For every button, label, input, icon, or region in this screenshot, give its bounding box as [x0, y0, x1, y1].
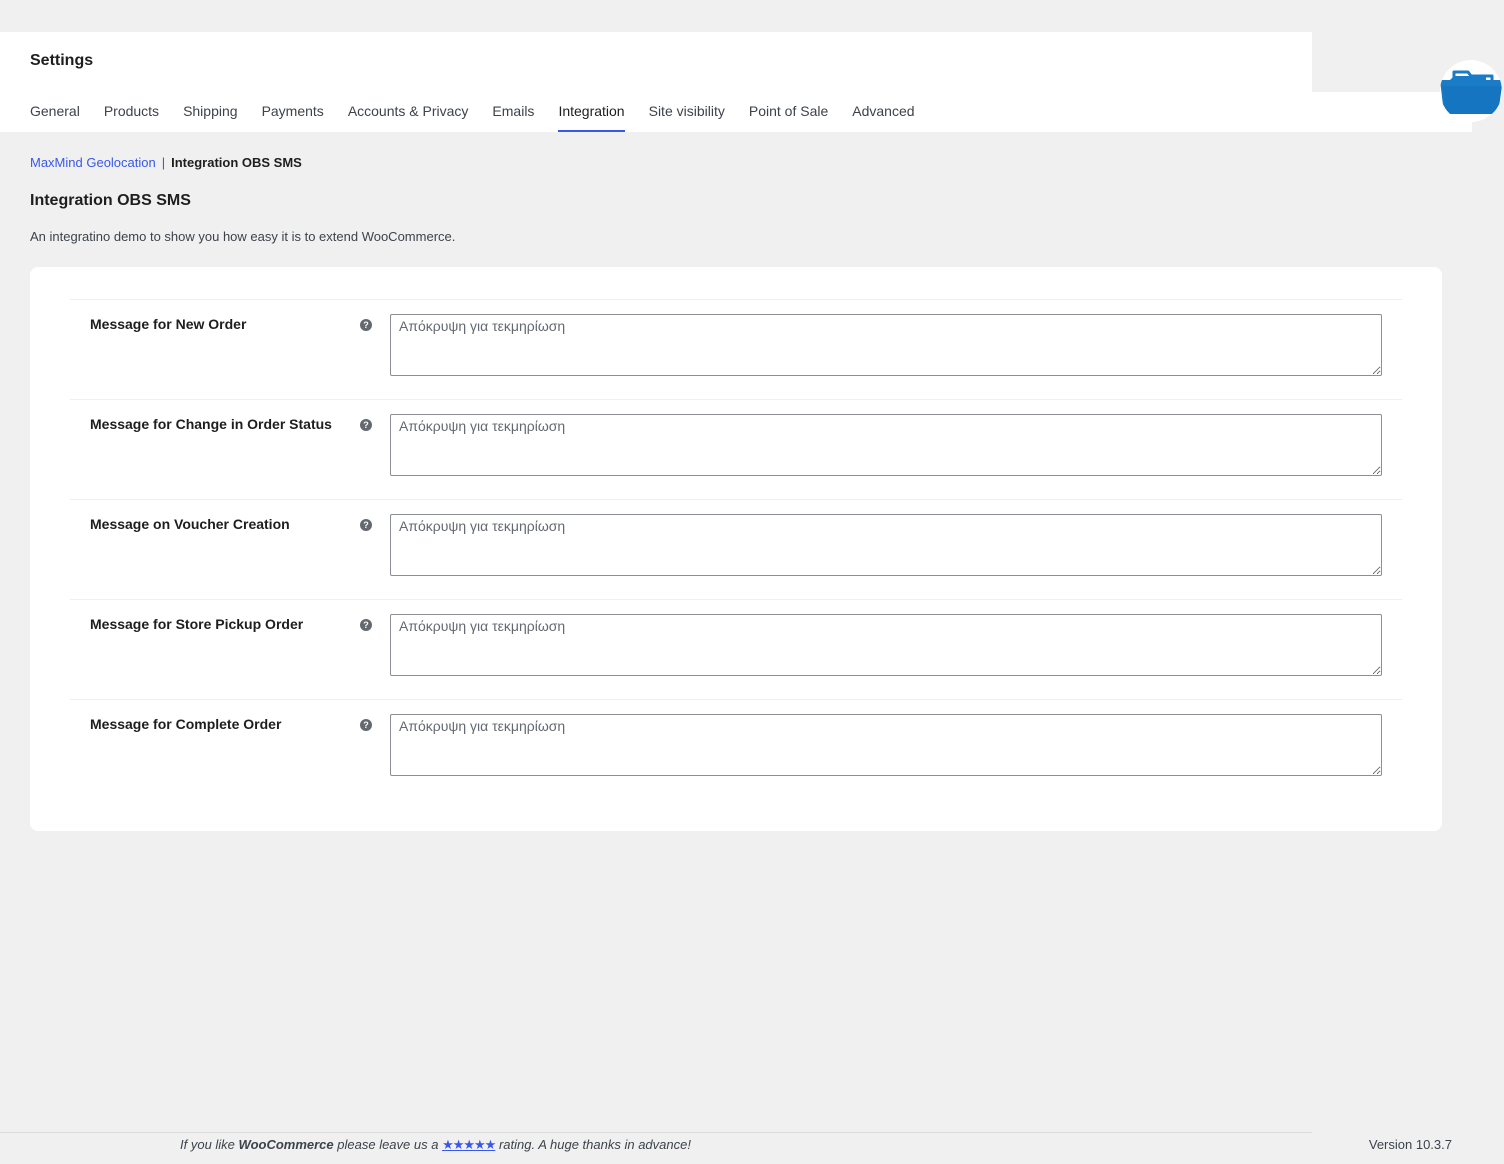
help-circle-icon[interactable]: ?: [360, 519, 372, 531]
footer-text-before: If you like: [180, 1137, 239, 1152]
tab-advanced[interactable]: Advanced: [852, 102, 914, 132]
tab-accounts-privacy[interactable]: Accounts & Privacy: [348, 102, 469, 132]
footer-divider: [0, 1132, 1312, 1133]
message-order-status-input[interactable]: [390, 414, 1382, 476]
page-title: Settings: [30, 52, 94, 69]
form-row: Message for Complete Order ?: [70, 699, 1402, 799]
form-row: Message for New Order ?: [70, 299, 1402, 399]
tab-general[interactable]: General: [30, 102, 80, 132]
tab-shipping[interactable]: Shipping: [183, 102, 238, 132]
message-new-order-input[interactable]: [390, 314, 1382, 376]
field-label-order-status-change: Message for Change in Order Status: [90, 416, 332, 432]
tab-payments[interactable]: Payments: [262, 102, 324, 132]
version-label: Version 10.3.7: [1368, 1137, 1452, 1152]
tab-emails[interactable]: Emails: [492, 102, 534, 132]
settings-card: Message for New Order ? Message for Chan…: [30, 267, 1442, 831]
help-circle-icon[interactable]: ?: [360, 619, 372, 631]
message-complete-order-input[interactable]: [390, 714, 1382, 776]
field-label-voucher-creation: Message on Voucher Creation: [90, 516, 290, 532]
settings-tabs: General Products Shipping Payments Accou…: [30, 102, 939, 132]
footer-text-middle: please leave us a: [333, 1137, 443, 1152]
folder-open-icon-graphic: [1440, 70, 1502, 114]
form-row: Message on Voucher Creation ?: [70, 499, 1402, 599]
help-circle-icon[interactable]: ?: [360, 419, 372, 431]
form-row: Message for Store Pickup Order ?: [70, 599, 1402, 699]
form-row: Message for Change in Order Status ?: [70, 399, 1402, 499]
section-title: Integration OBS SMS: [30, 192, 191, 209]
footer-brand: WooCommerce: [238, 1137, 334, 1152]
breadcrumb-separator: |: [161, 155, 166, 170]
folder-open-icon[interactable]: [1440, 60, 1502, 122]
message-store-pickup-input[interactable]: [390, 614, 1382, 676]
tab-site-visibility[interactable]: Site visibility: [649, 102, 725, 132]
footer-text-after: rating. A huge thanks in advance!: [495, 1137, 691, 1152]
footer-rating-text: If you like WooCommerce please leave us …: [180, 1137, 691, 1153]
field-label-complete-order: Message for Complete Order: [90, 716, 282, 732]
breadcrumb-link-maxmind[interactable]: MaxMind Geolocation: [30, 155, 156, 170]
tab-products[interactable]: Products: [104, 102, 159, 132]
help-circle-icon[interactable]: ?: [360, 719, 372, 731]
breadcrumb: MaxMind Geolocation | Integration OBS SMS: [30, 155, 302, 170]
section-description: An integratino demo to show you how easy…: [30, 229, 456, 244]
tab-point-of-sale[interactable]: Point of Sale: [749, 102, 828, 132]
help-circle-icon[interactable]: ?: [360, 319, 372, 331]
field-label-new-order: Message for New Order: [90, 316, 247, 332]
breadcrumb-current: Integration OBS SMS: [171, 155, 302, 170]
settings-header: Settings General Products Shipping Payme…: [0, 32, 1312, 132]
field-label-store-pickup: Message for Store Pickup Order: [90, 616, 304, 632]
tab-integration[interactable]: Integration: [558, 102, 625, 132]
rating-stars-link[interactable]: ★★★★★: [442, 1137, 496, 1152]
message-voucher-input[interactable]: [390, 514, 1382, 576]
